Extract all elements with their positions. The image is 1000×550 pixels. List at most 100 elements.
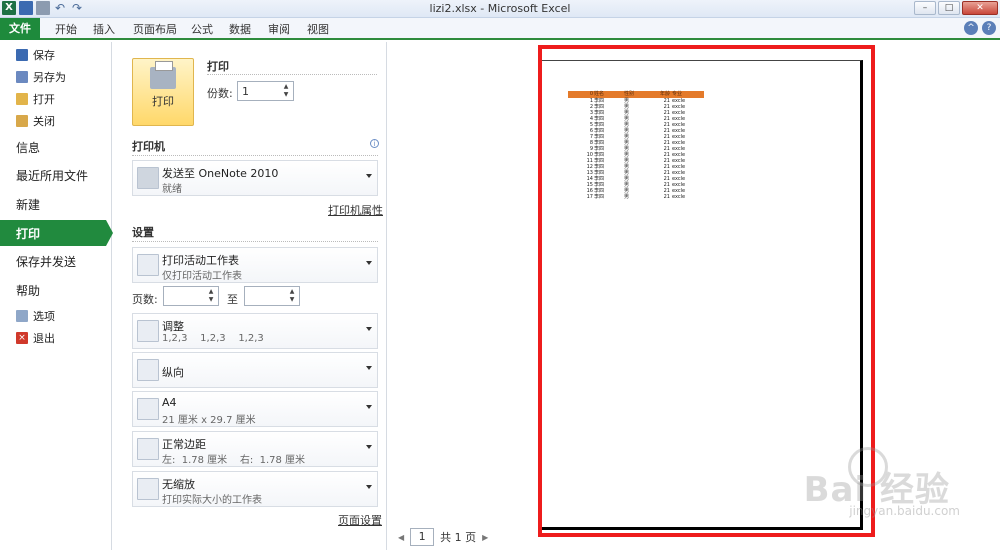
tab-view[interactable]: 视图 bbox=[307, 21, 329, 37]
minimize-ribbon-icon[interactable]: ^ bbox=[964, 21, 978, 35]
chevron-down-icon bbox=[366, 405, 372, 409]
minimize-icon[interactable]: – bbox=[914, 1, 936, 15]
collate-icon bbox=[137, 320, 159, 342]
options-icon bbox=[16, 310, 28, 322]
scaling-dropdown[interactable]: 无缩放 打印实际大小的工作表 bbox=[132, 471, 378, 507]
tab-data[interactable]: 数据 bbox=[229, 21, 251, 37]
pages-from-stepper[interactable]: ▲ ▼ bbox=[163, 286, 219, 306]
title-bar: X ↶ ↷ lizi2.xlsx - Microsoft Excel – □ ✕ bbox=[0, 0, 1000, 18]
ribbon-tabs: 文件 开始 插入 页面布局 公式 数据 审阅 视图 ^ ? bbox=[0, 18, 1000, 40]
nav-close-label: 关闭 bbox=[33, 115, 55, 128]
next-page-icon[interactable]: ▶ bbox=[482, 533, 488, 542]
nav-open[interactable]: 打开 bbox=[0, 88, 112, 110]
nav-info[interactable]: 信息 bbox=[0, 134, 112, 160]
nav-save-as[interactable]: 另存为 bbox=[0, 66, 112, 88]
help-icon[interactable]: ? bbox=[982, 21, 996, 35]
print-preview: 0 姓名 性别 年龄 专业 1 李四男 21 excle 2 李四男 21 excle 3 李四男… bbox=[388, 42, 1000, 550]
collate-dropdown[interactable]: 调整 1,2,3 1,2,3 1,2,3 bbox=[132, 313, 378, 349]
nav-print[interactable]: 打印 bbox=[0, 220, 113, 246]
nav-open-label: 打开 bbox=[33, 93, 55, 106]
chevron-down-icon bbox=[366, 327, 372, 331]
printer-section-title: 打印机 bbox=[132, 140, 165, 153]
printer-properties-link[interactable]: 打印机属性 bbox=[328, 202, 383, 218]
scaling-sub: 打印实际大小的工作表 bbox=[162, 495, 262, 506]
copies-label: 份数: bbox=[207, 87, 233, 100]
stepper-arrows-icon[interactable]: ▲ ▼ bbox=[287, 288, 297, 304]
margins-icon bbox=[137, 438, 159, 460]
tab-formulas[interactable]: 公式 bbox=[191, 21, 213, 37]
print-button[interactable]: 打印 bbox=[132, 58, 194, 126]
nav-options-label: 选项 bbox=[33, 310, 55, 323]
folder-close-icon bbox=[16, 115, 28, 127]
collate-sub: 1,2,3 1,2,3 1,2,3 bbox=[162, 333, 264, 344]
page-setup-link[interactable]: 页面设置 bbox=[338, 512, 382, 528]
nav-recent[interactable]: 最近所用文件 bbox=[0, 162, 112, 188]
tab-file[interactable]: 文件 bbox=[0, 18, 40, 40]
backstage-nav: 保存 另存为 打开 关闭 信息 最近所用文件 新建 打印 保存并发送 帮助 选项… bbox=[0, 42, 113, 550]
nav-close[interactable]: 关闭 bbox=[0, 110, 112, 132]
collate-title: 调整 bbox=[162, 320, 184, 333]
pages-to-stepper[interactable]: ▲ ▼ bbox=[244, 286, 300, 306]
page-navigator: ◀ 1 共 1 页 ▶ bbox=[398, 528, 488, 546]
paper-size-sub: 21 厘米 x 29.7 厘米 bbox=[162, 415, 256, 426]
chevron-down-icon bbox=[366, 366, 372, 370]
nav-save[interactable]: 保存 bbox=[0, 44, 112, 66]
nav-exit[interactable]: × 退出 bbox=[0, 327, 112, 349]
folder-open-icon bbox=[16, 93, 28, 105]
copies-stepper[interactable]: 1 ▲ ▼ bbox=[237, 81, 294, 101]
tab-review[interactable]: 审阅 bbox=[268, 21, 290, 37]
print-button-label: 打印 bbox=[152, 95, 174, 108]
printer-icon bbox=[150, 61, 176, 89]
stepper-arrows-icon[interactable]: ▲ ▼ bbox=[281, 83, 291, 99]
watermark-url: jingyan.baidu.com bbox=[849, 504, 960, 518]
orientation-dropdown[interactable]: 纵向 bbox=[132, 352, 378, 388]
page-total: 共 1 页 bbox=[440, 531, 477, 544]
margins-dropdown[interactable]: 正常边距 左: 1.78 厘米 右: 1.78 厘米 bbox=[132, 431, 378, 467]
copies-value: 1 bbox=[242, 85, 249, 98]
printer-status: 就绪 bbox=[162, 184, 182, 195]
printer-ready-icon bbox=[137, 167, 159, 189]
print-settings-panel: 打印 打印 份数: 1 ▲ ▼ 打印机 i 发送至 OneNote 2010 就绪… bbox=[113, 42, 387, 550]
printer-name: 发送至 OneNote 2010 bbox=[162, 167, 279, 180]
info-icon[interactable]: i bbox=[370, 139, 379, 148]
maximize-icon[interactable]: □ bbox=[938, 1, 960, 15]
prev-page-icon[interactable]: ◀ bbox=[398, 533, 404, 542]
divider bbox=[132, 241, 378, 242]
chevron-down-icon bbox=[366, 261, 372, 265]
nav-new[interactable]: 新建 bbox=[0, 191, 112, 217]
paper-icon bbox=[137, 398, 159, 420]
tab-home[interactable]: 开始 bbox=[55, 21, 77, 37]
paper-size-title: A4 bbox=[162, 396, 177, 409]
orientation-value: 纵向 bbox=[162, 366, 184, 379]
sheet-icon bbox=[137, 254, 159, 276]
margins-title: 正常边距 bbox=[162, 438, 206, 451]
ribbon-right-controls: ^ ? bbox=[964, 21, 996, 35]
exit-icon: × bbox=[16, 332, 28, 344]
printer-dropdown[interactable]: 发送至 OneNote 2010 就绪 bbox=[132, 160, 378, 196]
scaling-icon bbox=[137, 478, 159, 500]
scaling-title: 无缩放 bbox=[162, 478, 195, 491]
nav-options[interactable]: 选项 bbox=[0, 305, 112, 327]
page-number-input[interactable]: 1 bbox=[410, 528, 435, 546]
save-as-icon bbox=[16, 71, 28, 83]
print-section-title: 打印 bbox=[207, 60, 229, 73]
nav-save-send[interactable]: 保存并发送 bbox=[0, 248, 112, 274]
pages-to-label: 至 bbox=[227, 293, 238, 306]
divider bbox=[207, 74, 377, 75]
nav-save-label: 保存 bbox=[33, 49, 55, 62]
paper-size-dropdown[interactable]: A4 21 厘米 x 29.7 厘米 bbox=[132, 391, 378, 427]
chevron-down-icon bbox=[366, 485, 372, 489]
tab-insert[interactable]: 插入 bbox=[93, 21, 115, 37]
window-title: lizi2.xlsx - Microsoft Excel bbox=[429, 2, 571, 15]
chevron-down-icon bbox=[366, 174, 372, 178]
print-scope-title: 打印活动工作表 bbox=[162, 254, 239, 267]
nav-exit-label: 退出 bbox=[33, 332, 55, 345]
nav-help[interactable]: 帮助 bbox=[0, 277, 112, 303]
divider bbox=[132, 155, 378, 156]
print-scope-dropdown[interactable]: 打印活动工作表 仅打印活动工作表 bbox=[132, 247, 378, 283]
stepper-arrows-icon[interactable]: ▲ ▼ bbox=[206, 288, 216, 304]
margins-sub: 左: 1.78 厘米 右: 1.78 厘米 bbox=[162, 455, 306, 466]
window-controls: – □ ✕ bbox=[914, 1, 998, 15]
tab-page-layout[interactable]: 页面布局 bbox=[133, 21, 177, 37]
close-window-icon[interactable]: ✕ bbox=[962, 1, 998, 15]
